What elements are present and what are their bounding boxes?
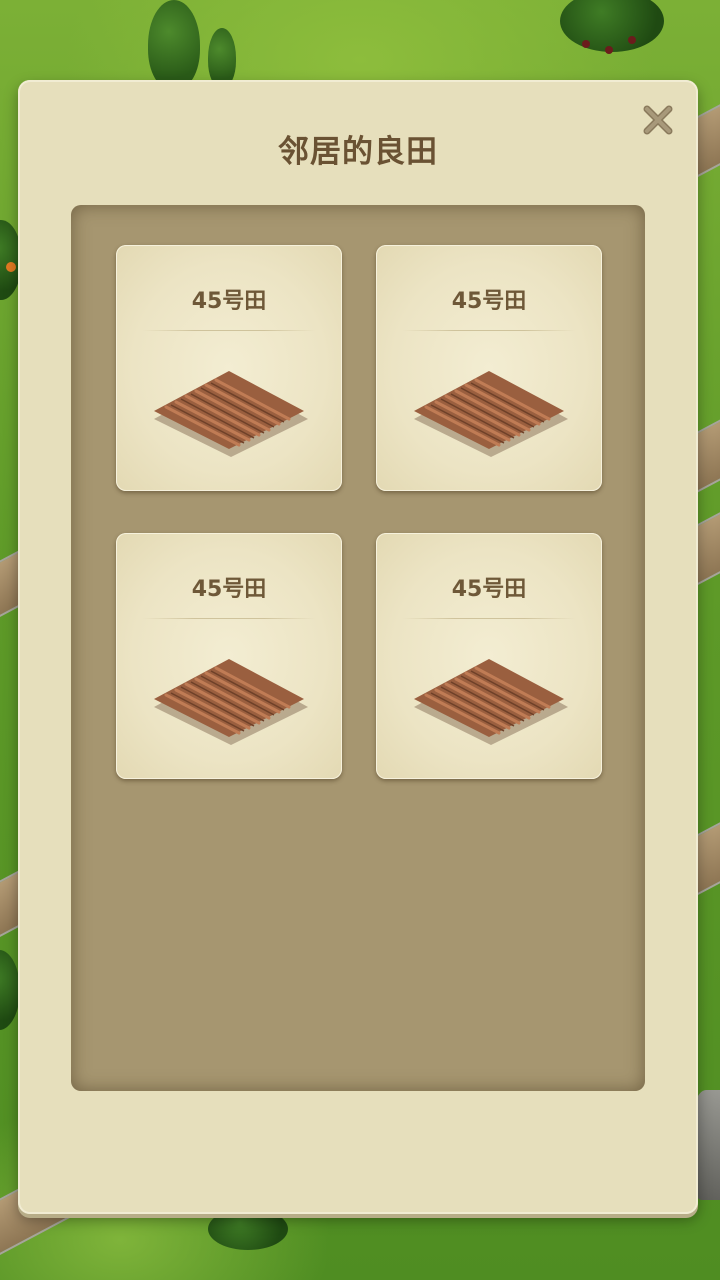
farmland-plot-icon bbox=[154, 659, 308, 745]
orange-tree bbox=[0, 950, 20, 1030]
farmland-plot-icon bbox=[414, 371, 568, 457]
card-divider bbox=[142, 330, 316, 331]
fruit bbox=[605, 46, 613, 54]
close-x-icon bbox=[643, 105, 673, 135]
orange-fruit bbox=[6, 262, 16, 272]
field-label: 45号田 bbox=[191, 577, 267, 602]
farmland-plot-icon bbox=[154, 371, 308, 457]
field-card[interactable]: 45号田 bbox=[116, 533, 342, 779]
card-divider bbox=[402, 618, 576, 619]
cypress-tree bbox=[148, 0, 200, 90]
field-card[interactable]: 45号田 bbox=[376, 533, 602, 779]
fields-list-panel: 45号田 45号田 45号田 45号田 bbox=[71, 205, 645, 1091]
close-button[interactable] bbox=[638, 100, 678, 140]
card-divider bbox=[142, 618, 316, 619]
fruit bbox=[628, 36, 636, 44]
field-label: 45号田 bbox=[191, 289, 267, 314]
grass-bush bbox=[208, 1208, 288, 1250]
field-label: 45号田 bbox=[451, 577, 527, 602]
dialog-title: 邻居的良田 bbox=[278, 134, 438, 170]
field-label: 45号田 bbox=[451, 289, 527, 314]
fruit-tree bbox=[560, 0, 664, 52]
card-divider bbox=[402, 330, 576, 331]
field-card[interactable]: 45号田 bbox=[376, 245, 602, 491]
neighbor-fields-dialog: 邻居的良田 45号田 45号田 45号田 45号田 bbox=[18, 80, 698, 1214]
fruit bbox=[582, 40, 590, 48]
cypress-tree bbox=[208, 28, 236, 88]
farmland-plot-icon bbox=[414, 659, 568, 745]
field-card[interactable]: 45号田 bbox=[116, 245, 342, 491]
